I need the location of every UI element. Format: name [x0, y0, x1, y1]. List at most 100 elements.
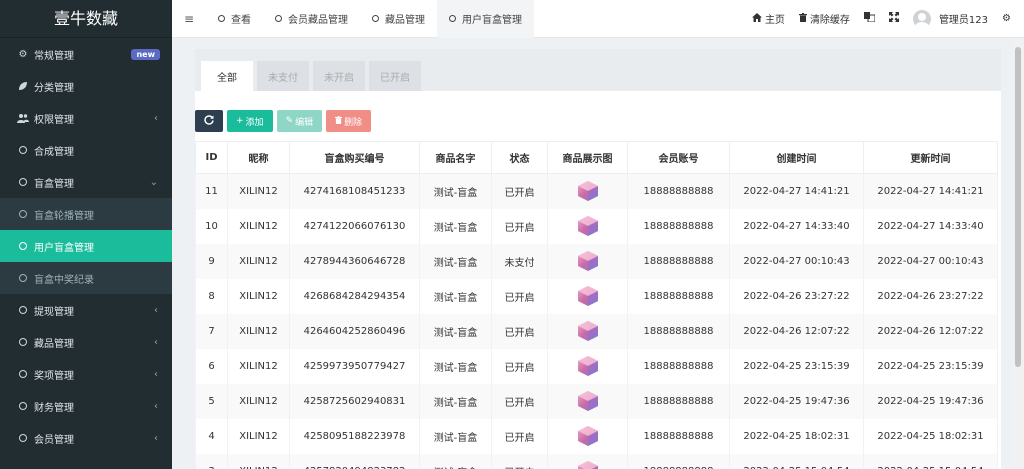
blindbox-thumbnail[interactable] [577, 180, 599, 202]
cell-account: 18888888888 [627, 348, 730, 384]
col-header-created[interactable]: 创建时间 [729, 141, 864, 174]
sidebar-item-blindbox[interactable]: 盲盒管理 ⌄ [0, 166, 172, 198]
table-row[interactable]: 5 XILIN12 4258725602940831 测试-盲盒 已开启 18888888… [195, 383, 998, 419]
sidebar-item-permission[interactable]: 权限管理 ‹ [0, 102, 172, 134]
sidebar-item-collection[interactable]: 藏品管理 ‹ [0, 326, 172, 358]
filter-tab-opened[interactable]: 已开启 [369, 61, 421, 91]
blindbox-thumbnail[interactable] [577, 215, 599, 237]
tab-member-collection[interactable]: 会员藏品管理 [263, 0, 360, 38]
filter-tab-unpaid[interactable]: 未支付 [257, 61, 309, 91]
gears-icon: ⚙ [1002, 13, 1011, 24]
filter-tab-unopened[interactable]: 未开启 [313, 61, 365, 91]
circle-icon [16, 274, 30, 282]
sidebar-item-label: 常规管理 [34, 50, 74, 62]
sidebar-item-blindbox-carousel[interactable]: 盲盒轮播管理 [0, 198, 172, 230]
sidebar-item-blindbox-winning[interactable]: 盲盒中奖纪录 [0, 262, 172, 294]
chevron-left-icon: ‹ [154, 432, 158, 444]
blindbox-thumbnail[interactable] [577, 425, 599, 447]
settings-button[interactable]: ⚙ [995, 13, 1018, 24]
tab-user-blindbox[interactable]: 用户盲盒管理 [437, 0, 534, 38]
delete-button[interactable]: 删除 [326, 110, 372, 132]
cell-account: 18888888888 [627, 313, 730, 349]
sidebar-item-prize[interactable]: 奖项管理 ‹ [0, 358, 172, 390]
sidebar-item-label: 盲盒管理 [34, 178, 74, 190]
table-row[interactable]: 6 XILIN12 4259973950779427 测试-盲盒 已开启 18888888… [195, 348, 998, 384]
scrollbar-thumb[interactable] [1015, 47, 1021, 367]
cell-nick: XILIN12 [227, 453, 290, 469]
status-filter-tabs: 全部 未支付 未开启 已开启 [195, 49, 1001, 91]
col-header-order[interactable]: 盲盒购买编号 [289, 141, 420, 174]
sidebar-item-user-blindbox[interactable]: 用户盲盒管理 [0, 230, 172, 262]
expand-icon [888, 12, 899, 25]
cell-status: 已开启 [491, 173, 548, 209]
cell-created: 2022-04-25 23:15:39 [729, 348, 864, 384]
col-header-image[interactable]: 商品展示图 [547, 141, 628, 174]
sidebar-item-member[interactable]: 会员管理 ‹ [0, 422, 172, 454]
cell-updated: 2022-04-25 18:02:31 [863, 418, 998, 454]
delete-label: 删除 [344, 117, 363, 128]
cell-goods: 测试-盲盒 [419, 418, 492, 454]
table-row[interactable]: 7 XILIN12 4264604252860496 测试-盲盒 已开启 18888888… [195, 313, 998, 349]
translate-button[interactable] [857, 12, 882, 25]
sidebar-item-label: 财务管理 [34, 402, 74, 414]
sidebar-item-withdraw[interactable]: 提现管理 ‹ [0, 294, 172, 326]
blindbox-thumbnail[interactable] [577, 460, 599, 469]
col-header-account[interactable]: 会员账号 [627, 141, 730, 174]
table-row[interactable]: 11 XILIN12 4274168108451233 测试-盲盒 已开启 1888888… [195, 173, 998, 209]
sidebar-item-finance[interactable]: 财务管理 ‹ [0, 390, 172, 422]
col-header-id[interactable]: ID [195, 141, 228, 174]
sidebar-item-category[interactable]: 分类管理 [0, 70, 172, 102]
blindbox-thumbnail[interactable] [577, 250, 599, 272]
cell-image [547, 278, 628, 314]
sidebar-item-label: 奖项管理 [34, 370, 74, 382]
cell-order: 4274122066076130 [289, 208, 420, 244]
refresh-button[interactable] [195, 110, 223, 132]
col-header-nick[interactable]: 昵称 [227, 141, 290, 174]
sidebar-item-general[interactable]: ⚙ 常规管理 new [0, 38, 172, 70]
sidebar-item-compose[interactable]: 合成管理 [0, 134, 172, 166]
cell-goods: 测试-盲盒 [419, 348, 492, 384]
users-icon [16, 113, 30, 123]
table-row[interactable]: 3XILIN124257820494823782测试-盲盒已开启 18888888… [195, 453, 998, 469]
blindbox-thumbnail[interactable] [577, 320, 599, 342]
tab-label: 用户盲盒管理 [462, 15, 522, 26]
tab-collection[interactable]: 藏品管理 [360, 0, 437, 38]
cell-nick: XILIN12 [227, 313, 290, 349]
cell-status: 已开启 [491, 383, 548, 419]
cell-created: 2022-04-25 19:47:36 [729, 383, 864, 419]
table-row[interactable]: 9 XILIN12 4278944360646728 测试-盲盒 未支付 18888888… [195, 243, 998, 279]
blindbox-thumbnail[interactable] [577, 285, 599, 307]
sidebar-item-label: 盲盒轮播管理 [34, 210, 94, 222]
filter-tab-all[interactable]: 全部 [201, 61, 253, 91]
circle-icon [16, 370, 30, 378]
user-menu[interactable]: 管理员123 [906, 9, 995, 28]
cell-account: 18888888888 [627, 418, 730, 454]
blindbox-thumbnail[interactable] [577, 390, 599, 412]
table-row[interactable]: 8 XILIN12 4268684284294354 测试-盲盒 已开启 18888888… [195, 278, 998, 314]
cell-created: 2022-04-25 18:02:31 [729, 418, 864, 454]
cell-status: 已开启 [491, 418, 548, 454]
leaf-icon [16, 81, 30, 91]
col-header-goods[interactable]: 商品名字 [419, 141, 492, 174]
brand-logo[interactable]: 壹牛数藏 [0, 0, 172, 38]
chevron-left-icon: ‹ [154, 112, 158, 124]
table-row[interactable]: 4 XILIN12 4258095188223978 测试-盲盒 已开启 18888888… [195, 418, 998, 454]
menu-toggle-icon[interactable]: ≡ [172, 12, 206, 26]
clear-cache-label: 清除缓存 [809, 15, 850, 26]
col-header-status[interactable]: 状态 [491, 141, 548, 174]
cell-id: 8 [195, 278, 228, 314]
cell-image [547, 243, 628, 279]
clear-cache-button[interactable]: 清除缓存 [792, 11, 857, 26]
table-row[interactable]: 10 XILIN12 4274122066076130 测试-盲盒 已开启 1888888… [195, 208, 998, 244]
edit-button[interactable]: ✎ 编辑 [276, 110, 323, 132]
cell-account: 18888888888 [627, 173, 730, 209]
col-header-updated[interactable]: 更新时间 [863, 141, 998, 174]
cell-status: 已开启 [491, 313, 548, 349]
tab-view[interactable]: 查看 [206, 0, 263, 38]
add-button[interactable]: + 添加 [227, 110, 273, 132]
fullscreen-button[interactable] [882, 12, 906, 25]
blindbox-thumbnail[interactable] [577, 355, 599, 377]
sidebar-item-label: 用户盲盒管理 [34, 242, 94, 254]
home-link[interactable]: 主页 [745, 11, 792, 26]
page-scrollbar[interactable] [1012, 39, 1024, 469]
